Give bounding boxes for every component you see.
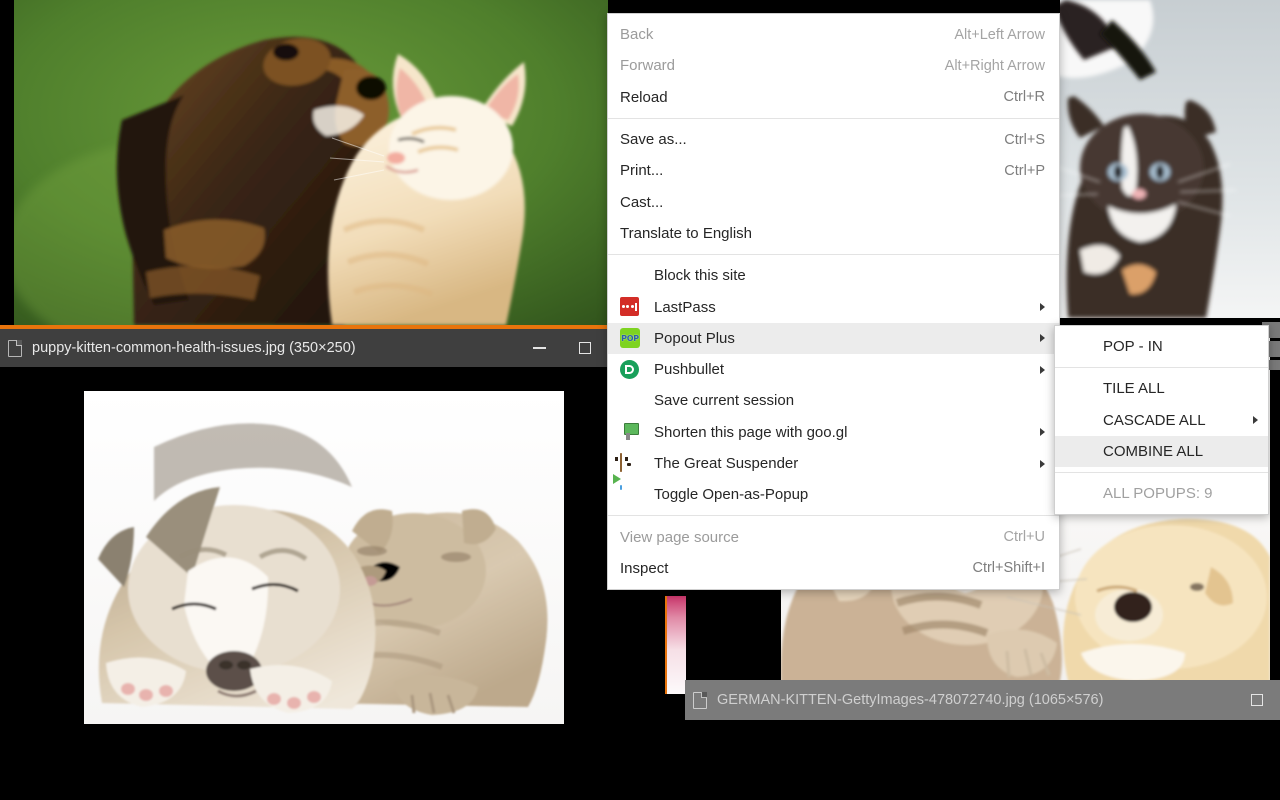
maximize-button[interactable] xyxy=(562,329,608,367)
menu-item-inspect[interactable]: Inspect Ctrl+Shift+I xyxy=(608,553,1059,584)
menu-item-shortcut: Ctrl+R xyxy=(1003,89,1046,106)
menu-item-shortcut: Ctrl+Shift+I xyxy=(972,560,1045,577)
menu-item-label: Cast... xyxy=(620,193,664,211)
menu-item-popout-plus[interactable]: POP Popout Plus xyxy=(608,322,1059,354)
menu-item-label: Save current session xyxy=(654,392,795,410)
desktop: puppy-kitten-common-health-issues.jpg (3… xyxy=(0,0,1280,800)
toggle-popup-icon xyxy=(620,485,640,505)
window-controls xyxy=(516,329,608,367)
menu-item-label: Toggle Open-as-Popup xyxy=(654,486,809,504)
menu-item-view-page-source[interactable]: View page source Ctrl+U xyxy=(608,521,1059,552)
submenu-item-combine-all[interactable]: COMBINE ALL xyxy=(1055,435,1268,468)
chevron-right-icon xyxy=(1040,303,1045,312)
chevron-right-icon xyxy=(1040,365,1045,374)
menu-item-label: Reload xyxy=(620,88,668,106)
submenu-item-label: COMBINE ALL xyxy=(1103,443,1204,461)
popout-plus-submenu[interactable]: POP - IN TILE ALL CASCADE ALL COMBINE AL… xyxy=(1054,325,1269,516)
desktop-fill-left xyxy=(0,0,14,325)
menu-item-label: Shorten this page with goo.gl xyxy=(654,423,848,441)
chevron-right-icon xyxy=(1040,428,1045,437)
menu-item-shortcut: Ctrl+S xyxy=(1004,131,1045,148)
desktop-fill-right xyxy=(1270,335,1280,700)
menu-item-label: Inspect xyxy=(620,559,669,577)
popup-window-front[interactable]: puppy-kitten-common-health-issues.jpg (3… xyxy=(0,325,608,724)
desktop-fill-top-right xyxy=(608,0,610,14)
popout-plus-icon: POP xyxy=(620,328,640,349)
submenu-item-pop-in[interactable]: POP - IN xyxy=(1055,331,1268,362)
background-photo-tuxedo-kitten xyxy=(1060,0,1280,318)
submenu-item-label: TILE ALL xyxy=(1103,380,1165,398)
maximize-button-back[interactable] xyxy=(1234,680,1280,720)
submenu-separator xyxy=(1055,367,1268,369)
menu-item-shortcut: Alt+Left Arrow xyxy=(954,26,1045,43)
window-titlebar[interactable]: puppy-kitten-common-health-issues.jpg (3… xyxy=(0,329,608,367)
menu-separator xyxy=(608,254,1059,256)
submenu-item-tile-all[interactable]: TILE ALL xyxy=(1055,373,1268,404)
background-photo-puppy-kitten-kiss xyxy=(14,0,608,325)
menu-item-label: Block this site xyxy=(654,267,746,285)
context-menu[interactable]: Back Alt+Left Arrow Forward Alt+Right Ar… xyxy=(607,13,1060,591)
menu-item-cast[interactable]: Cast... xyxy=(608,186,1059,217)
chevron-right-icon xyxy=(1040,334,1045,343)
menu-item-label: Save as... xyxy=(620,131,687,149)
menu-item-back[interactable]: Back Alt+Left Arrow xyxy=(608,19,1059,50)
menu-item-toggle-open-as-popup[interactable]: Toggle Open-as-Popup xyxy=(608,479,1059,510)
minimize-button[interactable] xyxy=(516,329,562,367)
background-photo-sliver xyxy=(665,596,686,694)
submenu-item-label: POP - IN xyxy=(1103,338,1163,356)
menu-item-print[interactable]: Print... Ctrl+P xyxy=(608,155,1059,186)
menu-item-pushbullet[interactable]: Pushbullet xyxy=(608,354,1059,385)
chevron-right-icon xyxy=(1253,416,1258,425)
menu-item-label: Translate to English xyxy=(620,224,753,242)
pushbullet-icon xyxy=(620,359,640,380)
goo-gl-icon xyxy=(620,422,640,442)
window-content xyxy=(0,367,608,724)
menu-item-translate[interactable]: Translate to English xyxy=(608,218,1059,249)
window-controls-back xyxy=(1234,680,1280,720)
menu-item-reload[interactable]: Reload Ctrl+R xyxy=(608,82,1059,113)
menu-item-shortcut: Alt+Right Arrow xyxy=(944,57,1045,74)
photo-sleeping-puppy-kitten xyxy=(84,391,564,724)
menu-item-label: LastPass xyxy=(654,298,716,316)
submenu-item-cascade-all[interactable]: CASCADE ALL xyxy=(1055,405,1268,436)
menu-item-forward[interactable]: Forward Alt+Right Arrow xyxy=(608,50,1059,81)
menu-separator xyxy=(608,117,1059,119)
menu-item-label: View page source xyxy=(620,528,739,546)
submenu-separator xyxy=(1055,472,1268,474)
menu-item-label: Print... xyxy=(620,162,664,180)
desktop-fill-mid xyxy=(608,596,665,700)
menu-item-save-current-session[interactable]: Save current session xyxy=(608,385,1059,416)
menu-item-label: Forward xyxy=(620,57,676,75)
menu-item-shorten-with-googl[interactable]: Shorten this page with goo.gl xyxy=(608,417,1059,448)
shield-icon xyxy=(620,266,640,286)
submenu-item-all-popups-count: ALL POPUPS: 9 xyxy=(1055,478,1268,509)
menu-item-label: The Great Suspender xyxy=(654,455,799,472)
popup-window-back[interactable]: GERMAN-KITTEN-GettyImages-478072740.jpg … xyxy=(685,680,1280,720)
menu-item-shortcut: Ctrl+P xyxy=(1004,162,1045,179)
menu-item-label: Back xyxy=(620,26,654,44)
submenu-item-label: CASCADE ALL xyxy=(1103,411,1206,429)
great-suspender-icon xyxy=(614,452,640,474)
lastpass-icon xyxy=(620,297,640,317)
window-title-back: GERMAN-KITTEN-GettyImages-478072740.jpg … xyxy=(717,692,1104,708)
menu-item-lastpass[interactable]: LastPass xyxy=(608,291,1059,322)
document-icon xyxy=(693,691,707,709)
menu-item-shortcut: Ctrl+U xyxy=(1003,529,1046,546)
menu-separator xyxy=(608,515,1059,517)
chevron-right-icon xyxy=(1040,459,1045,468)
menu-item-the-great-suspender[interactable]: The Great Suspender xyxy=(608,448,1059,479)
menu-item-save-as[interactable]: Save as... Ctrl+S xyxy=(608,124,1059,155)
submenu-item-label: ALL POPUPS: 9 xyxy=(1103,485,1213,503)
menu-item-label: Pushbullet xyxy=(654,361,725,379)
window-title: puppy-kitten-common-health-issues.jpg (3… xyxy=(32,340,356,356)
window-titlebar-back[interactable]: GERMAN-KITTEN-GettyImages-478072740.jpg … xyxy=(685,680,1280,720)
document-icon xyxy=(8,339,22,357)
save-session-icon xyxy=(620,391,640,411)
menu-item-label: Popout Plus xyxy=(654,329,735,347)
menu-item-block-this-site[interactable]: Block this site xyxy=(608,260,1059,291)
